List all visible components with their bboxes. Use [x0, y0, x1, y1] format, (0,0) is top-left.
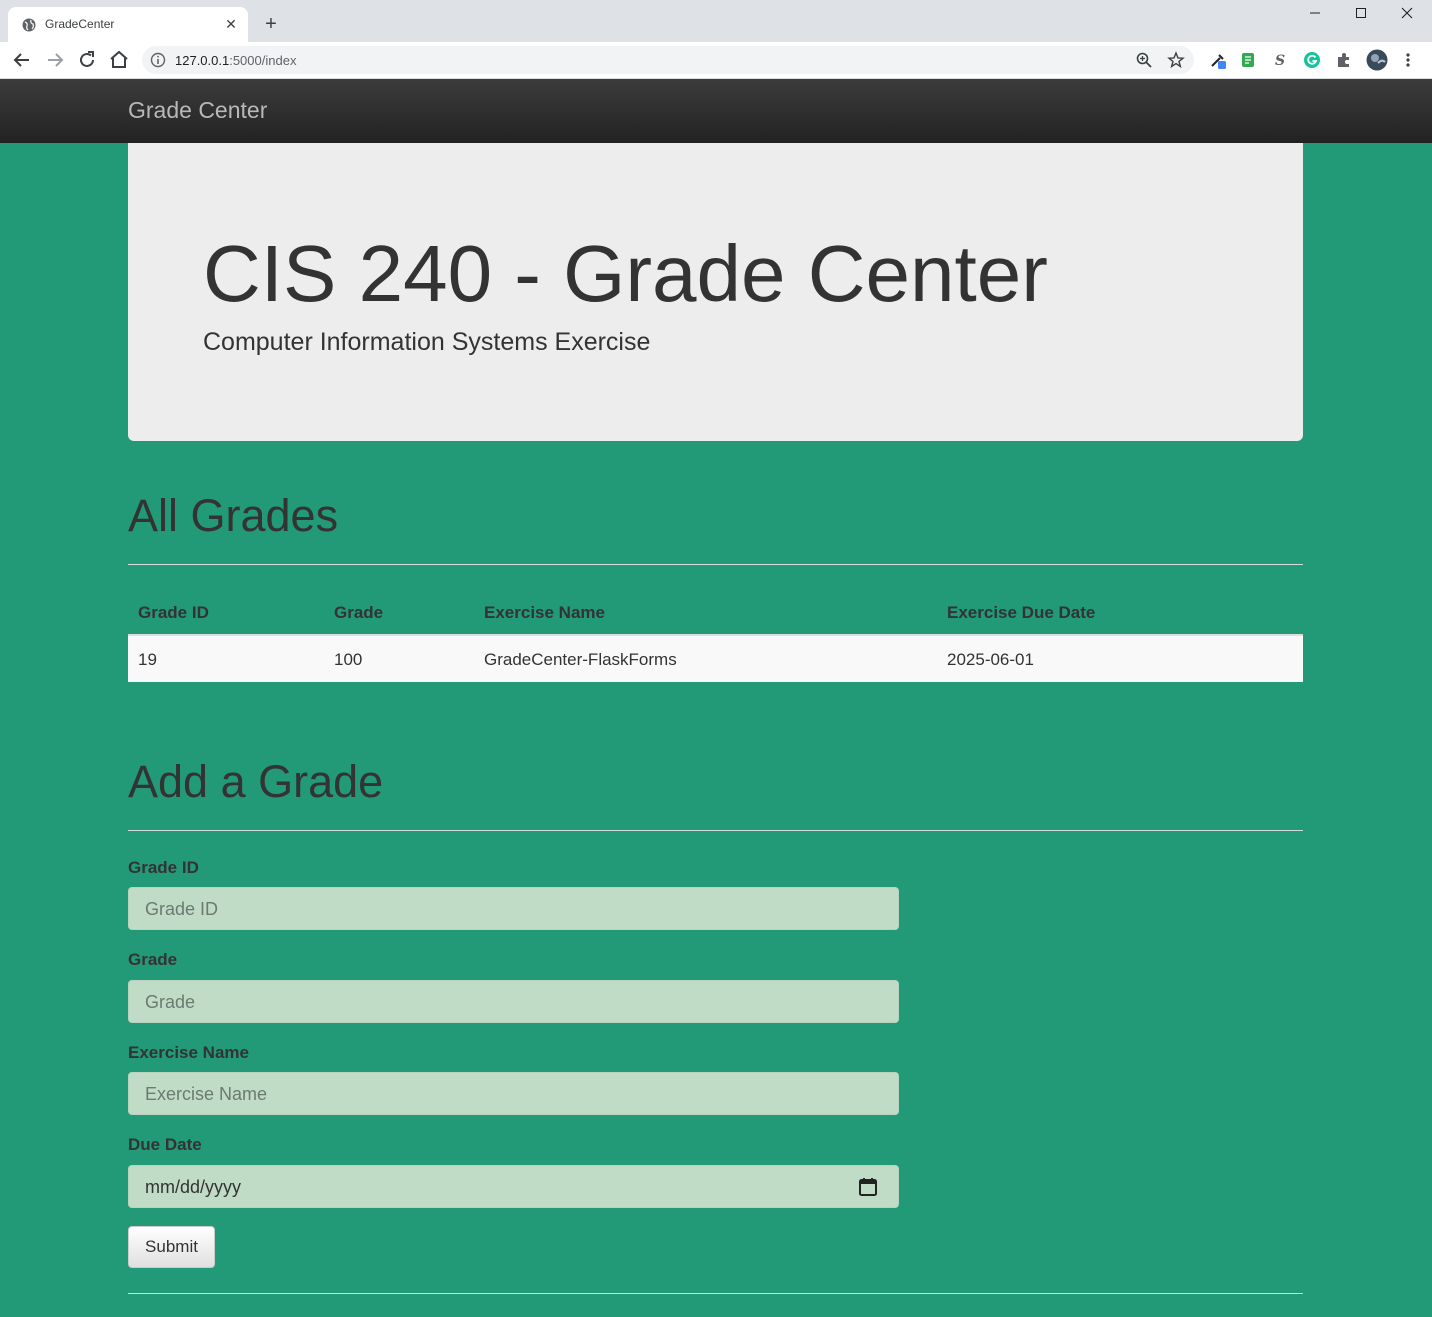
extensions-puzzle-icon[interactable] [1335, 51, 1353, 69]
grade-label: Grade [128, 950, 178, 969]
tab-close-icon[interactable]: ✕ [222, 15, 240, 33]
cell-due-date: 2025-06-01 [947, 650, 1034, 669]
column-header-grade-id: Grade ID [138, 603, 209, 622]
exercise-name-label: Exercise Name [128, 1043, 249, 1062]
column-header-grade: Grade [334, 603, 384, 622]
submit-button[interactable]: Submit [128, 1226, 215, 1268]
calendar-icon[interactable] [858, 1177, 878, 1197]
reload-button[interactable] [75, 48, 99, 72]
url-host: 127.0.0.1 [175, 53, 230, 68]
browser-toolbar: 127.0.0.1:5000/index S [0, 42, 1432, 79]
page-subtitle: Computer Information Systems Exercise [203, 328, 651, 356]
s-extension-icon[interactable]: S [1271, 51, 1289, 69]
window-maximize-button[interactable] [1338, 3, 1384, 27]
grades-table: Grade ID Grade Exercise Name Exercise Du… [128, 593, 1303, 682]
globe-icon [22, 18, 36, 32]
arrow-left-icon [13, 53, 29, 67]
menu-kebab-icon[interactable] [1399, 51, 1417, 69]
grade-id-input[interactable]: Grade ID [128, 887, 899, 930]
exercise-name-placeholder: Exercise Name [145, 1084, 268, 1104]
minimize-icon [1310, 12, 1320, 14]
home-button[interactable] [107, 48, 131, 72]
svg-text:S: S [1275, 53, 1285, 69]
zoom-icon[interactable] [1135, 51, 1153, 69]
home-icon [110, 50, 128, 68]
grade-id-placeholder: Grade ID [145, 899, 219, 919]
maximize-icon [1356, 8, 1366, 18]
divider [128, 1293, 1303, 1294]
back-button[interactable] [10, 48, 34, 72]
table-row: 19 100 GradeCenter-FlaskForms 2025-06-01 [128, 636, 1303, 682]
all-grades-heading: All Grades [128, 490, 339, 541]
url-text: 127.0.0.1:5000/index [175, 53, 296, 68]
grade-id-label: Grade ID [128, 858, 199, 877]
clipboard-extension-icon[interactable] [1239, 51, 1257, 69]
due-date-label: Due Date [128, 1135, 202, 1154]
grade-placeholder: Grade [145, 992, 196, 1012]
eyedropper-extension-icon[interactable] [1209, 51, 1227, 69]
cell-grade-id: 19 [138, 650, 157, 669]
due-date-placeholder: mm/dd/yyyy [145, 1177, 242, 1197]
divider [128, 830, 1303, 831]
top-navbar: Grade Center [0, 79, 1432, 143]
grade-input[interactable]: Grade [128, 980, 899, 1023]
window-close-button[interactable] [1384, 3, 1430, 27]
table-header-row: Grade ID Grade Exercise Name Exercise Du… [128, 593, 1303, 636]
window-minimize-button[interactable] [1292, 3, 1338, 27]
jumbotron: CIS 240 - Grade Center Computer Informat… [128, 143, 1303, 441]
due-date-input[interactable]: mm/dd/yyyy [128, 1165, 899, 1208]
arrow-right-icon [48, 53, 64, 67]
browser-chrome: GradeCenter ✕ + 127.0.0.1:5000/index S [0, 0, 1432, 79]
address-bar[interactable]: 127.0.0.1:5000/index [142, 46, 1194, 74]
column-header-due-date: Exercise Due Date [947, 603, 1096, 622]
forward-button[interactable] [43, 48, 67, 72]
cell-exercise-name: GradeCenter-FlaskForms [484, 650, 677, 669]
cell-grade: 100 [334, 650, 363, 669]
page-title: CIS 240 - Grade Center [203, 229, 1048, 318]
tab-title: GradeCenter [45, 17, 115, 31]
bookmark-star-icon[interactable] [1167, 51, 1185, 69]
reload-icon [80, 51, 94, 67]
column-header-exercise-name: Exercise Name [484, 603, 605, 622]
url-path: :5000/index [229, 53, 297, 68]
grammarly-icon[interactable] [1303, 51, 1321, 69]
browser-tab[interactable]: GradeCenter ✕ [8, 7, 248, 42]
exercise-name-input[interactable]: Exercise Name [128, 1072, 899, 1115]
profile-avatar-icon[interactable] [1366, 49, 1388, 71]
new-tab-button[interactable]: + [259, 13, 283, 37]
divider [128, 564, 1303, 565]
info-icon[interactable] [150, 52, 166, 68]
navbar-brand[interactable]: Grade Center [128, 97, 267, 124]
close-icon [1401, 7, 1413, 19]
add-grade-heading: Add a Grade [128, 756, 384, 807]
